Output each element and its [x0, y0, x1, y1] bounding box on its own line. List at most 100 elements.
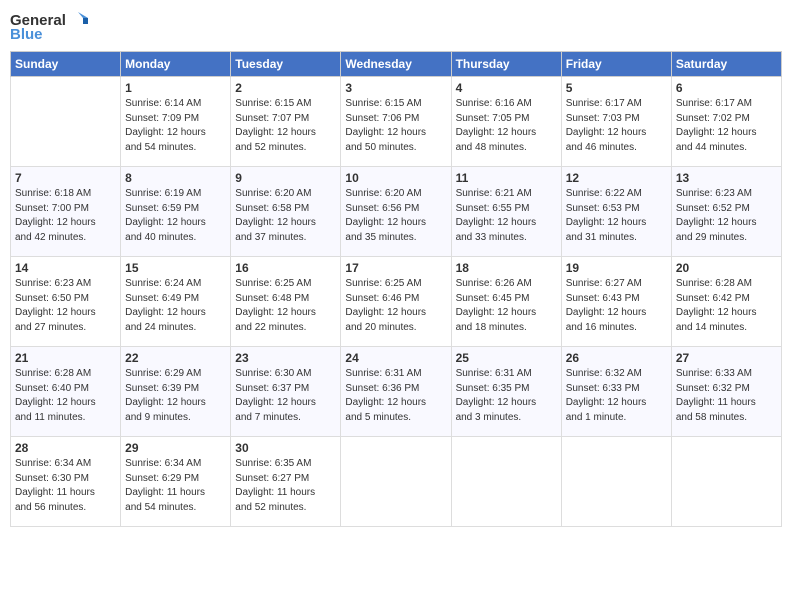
col-header-saturday: Saturday	[671, 52, 781, 77]
day-number: 23	[235, 351, 336, 365]
day-number: 5	[566, 81, 667, 95]
logo-blue: Blue	[10, 26, 43, 43]
col-header-friday: Friday	[561, 52, 671, 77]
day-number: 17	[345, 261, 446, 275]
calendar-cell: 1 Sunrise: 6:14 AMSunset: 7:09 PMDaylight…	[121, 77, 231, 167]
calendar-cell: 9Sunrise: 6:20 AMSunset: 6:58 PMDaylight…	[231, 167, 341, 257]
calendar-cell: 6 Sunrise: 6:17 AMSunset: 7:02 PMDaylight…	[671, 77, 781, 167]
logo-bird-icon	[68, 10, 88, 30]
calendar-cell: 25 Sunrise: 6:31 AMSunset: 6:35 PMDayligh…	[451, 347, 561, 437]
day-info: Sunrise: 6:25 AMSunset: 6:48 PMDaylight:…	[235, 277, 336, 335]
day-info: Sunrise: 6:28 AMSunset: 6:40 PMDaylight:…	[15, 367, 116, 425]
day-number: 6	[676, 81, 777, 95]
day-info: Sunrise: 6:34 AMSunset: 6:29 PMDaylight:…	[125, 457, 226, 515]
col-header-wednesday: Wednesday	[341, 52, 451, 77]
calendar-cell: 19Sunrise: 6:27 AMSunset: 6:43 PMDayligh…	[561, 257, 671, 347]
day-info: Sunrise: 6:26 AMSunset: 6:45 PMDaylight:…	[456, 277, 557, 335]
calendar-cell	[451, 437, 561, 527]
day-number: 11	[456, 171, 557, 185]
calendar-cell: 15Sunrise: 6:24 AMSunset: 6:49 PMDayligh…	[121, 257, 231, 347]
day-number: 29	[125, 441, 226, 455]
day-number: 25	[456, 351, 557, 365]
calendar-cell: 18 Sunrise: 6:26 AMSunset: 6:45 PMDayligh…	[451, 257, 561, 347]
day-info: Sunrise: 6:34 AMSunset: 6:30 PMDaylight:…	[15, 457, 116, 515]
day-number: 26	[566, 351, 667, 365]
day-info: Sunrise: 6:31 AMSunset: 6:36 PMDaylight:…	[345, 367, 446, 425]
day-info: Sunrise: 6:16 AMSunset: 7:05 PMDaylight:…	[456, 97, 557, 155]
day-info: Sunrise: 6:29 AMSunset: 6:39 PMDaylight:…	[125, 367, 226, 425]
calendar-cell: 17 Sunrise: 6:25 AMSunset: 6:46 PMDayligh…	[341, 257, 451, 347]
calendar-cell: 24Sunrise: 6:31 AMSunset: 6:36 PMDayligh…	[341, 347, 451, 437]
day-info: Sunrise: 6:23 AMSunset: 6:52 PMDaylight:…	[676, 187, 777, 245]
logo-container: General Blue	[10, 10, 88, 43]
calendar-cell: 2Sunrise: 6:15 AMSunset: 7:07 PMDaylight…	[231, 77, 341, 167]
day-number: 14	[15, 261, 116, 275]
day-info: Sunrise: 6:19 AMSunset: 6:59 PMDaylight:…	[125, 187, 226, 245]
day-number: 12	[566, 171, 667, 185]
day-number: 28	[15, 441, 116, 455]
calendar-cell	[341, 437, 451, 527]
day-info: Sunrise: 6:31 AMSunset: 6:35 PMDaylight:…	[456, 367, 557, 425]
day-info: Sunrise: 6:33 AMSunset: 6:32 PMDaylight:…	[676, 367, 777, 425]
calendar-cell: 3 Sunrise: 6:15 AMSunset: 7:06 PMDaylight…	[341, 77, 451, 167]
calendar-cell: 10Sunrise: 6:20 AMSunset: 6:56 PMDayligh…	[341, 167, 451, 257]
calendar-cell: 16 Sunrise: 6:25 AMSunset: 6:48 PMDayligh…	[231, 257, 341, 347]
calendar-cell: 13 Sunrise: 6:23 AMSunset: 6:52 PMDayligh…	[671, 167, 781, 257]
calendar-cell	[671, 437, 781, 527]
day-number: 18	[456, 261, 557, 275]
calendar-cell	[561, 437, 671, 527]
day-info: Sunrise: 6:14 AMSunset: 7:09 PMDaylight:…	[125, 97, 226, 155]
calendar-cell: 22Sunrise: 6:29 AMSunset: 6:39 PMDayligh…	[121, 347, 231, 437]
day-info: Sunrise: 6:30 AMSunset: 6:37 PMDaylight:…	[235, 367, 336, 425]
day-number: 27	[676, 351, 777, 365]
page-header: General Blue	[10, 10, 782, 43]
calendar-cell: 8 Sunrise: 6:19 AMSunset: 6:59 PMDaylight…	[121, 167, 231, 257]
calendar-cell: 14 Sunrise: 6:23 AMSunset: 6:50 PMDayligh…	[11, 257, 121, 347]
day-number: 15	[125, 261, 226, 275]
day-info: Sunrise: 6:18 AMSunset: 7:00 PMDaylight:…	[15, 187, 116, 245]
week-row-5: 28 Sunrise: 6:34 AMSunset: 6:30 PMDayligh…	[11, 437, 782, 527]
calendar-cell: 20 Sunrise: 6:28 AMSunset: 6:42 PMDayligh…	[671, 257, 781, 347]
day-info: Sunrise: 6:23 AMSunset: 6:50 PMDaylight:…	[15, 277, 116, 335]
col-header-thursday: Thursday	[451, 52, 561, 77]
day-info: Sunrise: 6:21 AMSunset: 6:55 PMDaylight:…	[456, 187, 557, 245]
logo: General Blue	[10, 10, 88, 43]
day-number: 19	[566, 261, 667, 275]
calendar-cell: 5 Sunrise: 6:17 AMSunset: 7:03 PMDaylight…	[561, 77, 671, 167]
calendar-cell: 30 Sunrise: 6:35 AMSunset: 6:27 PMDayligh…	[231, 437, 341, 527]
day-info: Sunrise: 6:17 AMSunset: 7:02 PMDaylight:…	[676, 97, 777, 155]
day-number: 9	[235, 171, 336, 185]
calendar-cell: 4 Sunrise: 6:16 AMSunset: 7:05 PMDaylight…	[451, 77, 561, 167]
day-info: Sunrise: 6:15 AMSunset: 7:06 PMDaylight:…	[345, 97, 446, 155]
day-number: 30	[235, 441, 336, 455]
calendar-cell: 12 Sunrise: 6:22 AMSunset: 6:53 PMDayligh…	[561, 167, 671, 257]
calendar-header: SundayMondayTuesdayWednesdayThursdayFrid…	[11, 52, 782, 77]
day-number: 21	[15, 351, 116, 365]
day-number: 20	[676, 261, 777, 275]
day-number: 8	[125, 171, 226, 185]
week-row-3: 14 Sunrise: 6:23 AMSunset: 6:50 PMDayligh…	[11, 257, 782, 347]
day-number: 16	[235, 261, 336, 275]
col-header-monday: Monday	[121, 52, 231, 77]
calendar-cell: 26 Sunrise: 6:32 AMSunset: 6:33 PMDayligh…	[561, 347, 671, 437]
calendar-cell: 29 Sunrise: 6:34 AMSunset: 6:29 PMDayligh…	[121, 437, 231, 527]
day-info: Sunrise: 6:17 AMSunset: 7:03 PMDaylight:…	[566, 97, 667, 155]
day-number: 13	[676, 171, 777, 185]
day-info: Sunrise: 6:32 AMSunset: 6:33 PMDaylight:…	[566, 367, 667, 425]
day-info: Sunrise: 6:22 AMSunset: 6:53 PMDaylight:…	[566, 187, 667, 245]
day-info: Sunrise: 6:35 AMSunset: 6:27 PMDaylight:…	[235, 457, 336, 515]
col-header-sunday: Sunday	[11, 52, 121, 77]
day-number: 4	[456, 81, 557, 95]
day-number: 3	[345, 81, 446, 95]
calendar-cell: 21 Sunrise: 6:28 AMSunset: 6:40 PMDayligh…	[11, 347, 121, 437]
day-number: 2	[235, 81, 336, 95]
day-info: Sunrise: 6:25 AMSunset: 6:46 PMDaylight:…	[345, 277, 446, 335]
day-number: 1	[125, 81, 226, 95]
day-info: Sunrise: 6:28 AMSunset: 6:42 PMDaylight:…	[676, 277, 777, 335]
day-number: 7	[15, 171, 116, 185]
week-row-1: 1 Sunrise: 6:14 AMSunset: 7:09 PMDaylight…	[11, 77, 782, 167]
col-header-tuesday: Tuesday	[231, 52, 341, 77]
day-number: 10	[345, 171, 446, 185]
week-row-4: 21 Sunrise: 6:28 AMSunset: 6:40 PMDayligh…	[11, 347, 782, 437]
calendar-table: SundayMondayTuesdayWednesdayThursdayFrid…	[10, 51, 782, 527]
